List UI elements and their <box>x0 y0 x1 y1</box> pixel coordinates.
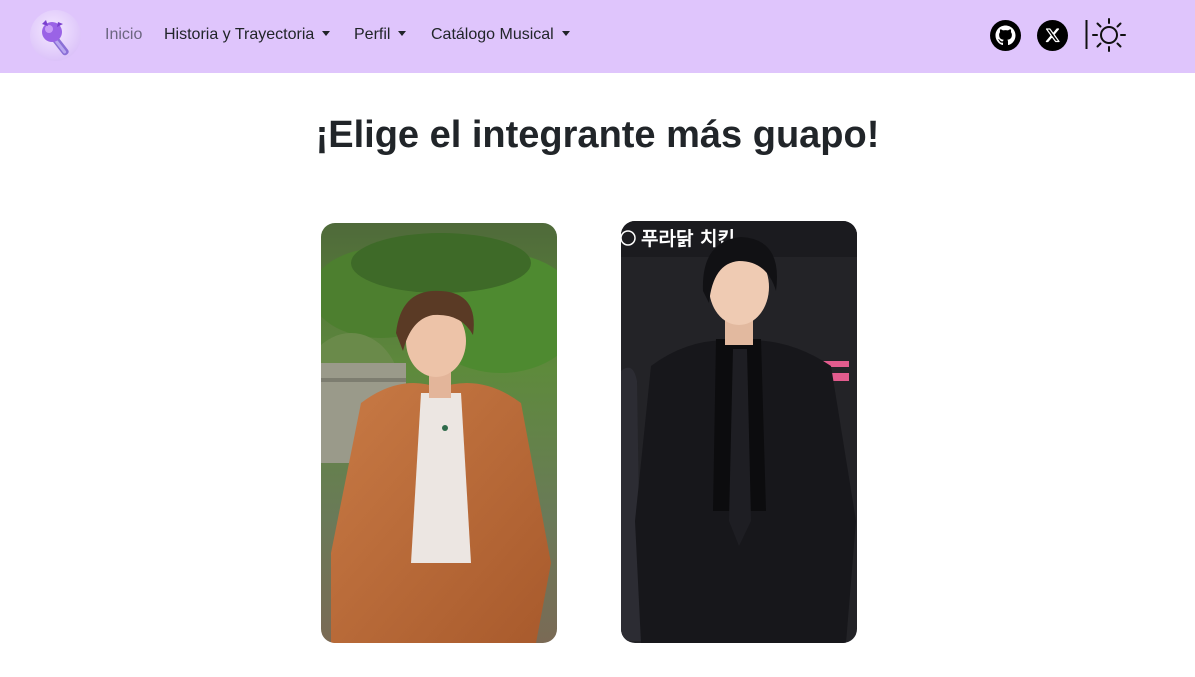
theme-toggle[interactable] <box>1082 15 1130 55</box>
nav-historia-label: Historia y Trayectoria <box>164 26 315 43</box>
member-card-1[interactable] <box>321 223 557 643</box>
x-twitter-icon <box>1045 28 1060 43</box>
github-link[interactable] <box>990 20 1021 51</box>
nav-catalogo-label: Catálogo Musical <box>431 26 554 43</box>
nav-perfil-label: Perfil <box>354 26 391 43</box>
sun-icon <box>1085 18 1126 52</box>
member-photo-black-suit: 푸라닭 치킨 <box>621 221 857 643</box>
member-photo-brown-suit <box>321 223 557 643</box>
x-twitter-link[interactable] <box>1037 20 1068 51</box>
nav-perfil-dropdown[interactable]: Perfil <box>354 24 407 46</box>
member-card-2[interactable]: 푸라닭 치킨 <box>621 221 857 643</box>
nav-catalogo-dropdown[interactable]: Catálogo Musical <box>431 24 570 46</box>
caret-down-icon <box>398 31 407 36</box>
caret-down-icon <box>322 31 331 36</box>
purple-lightstick-icon <box>42 20 69 56</box>
brand-logo[interactable] <box>30 10 81 61</box>
github-icon <box>995 25 1016 46</box>
nav-inicio[interactable]: Inicio <box>105 24 142 46</box>
caret-down-icon <box>561 31 570 36</box>
navbar: Inicio Historia y Trayectoria Perfil Cat… <box>0 0 1195 73</box>
nav-historia-dropdown[interactable]: Historia y Trayectoria <box>164 24 331 46</box>
page-title: ¡Elige el integrante más guapo! <box>315 114 880 156</box>
